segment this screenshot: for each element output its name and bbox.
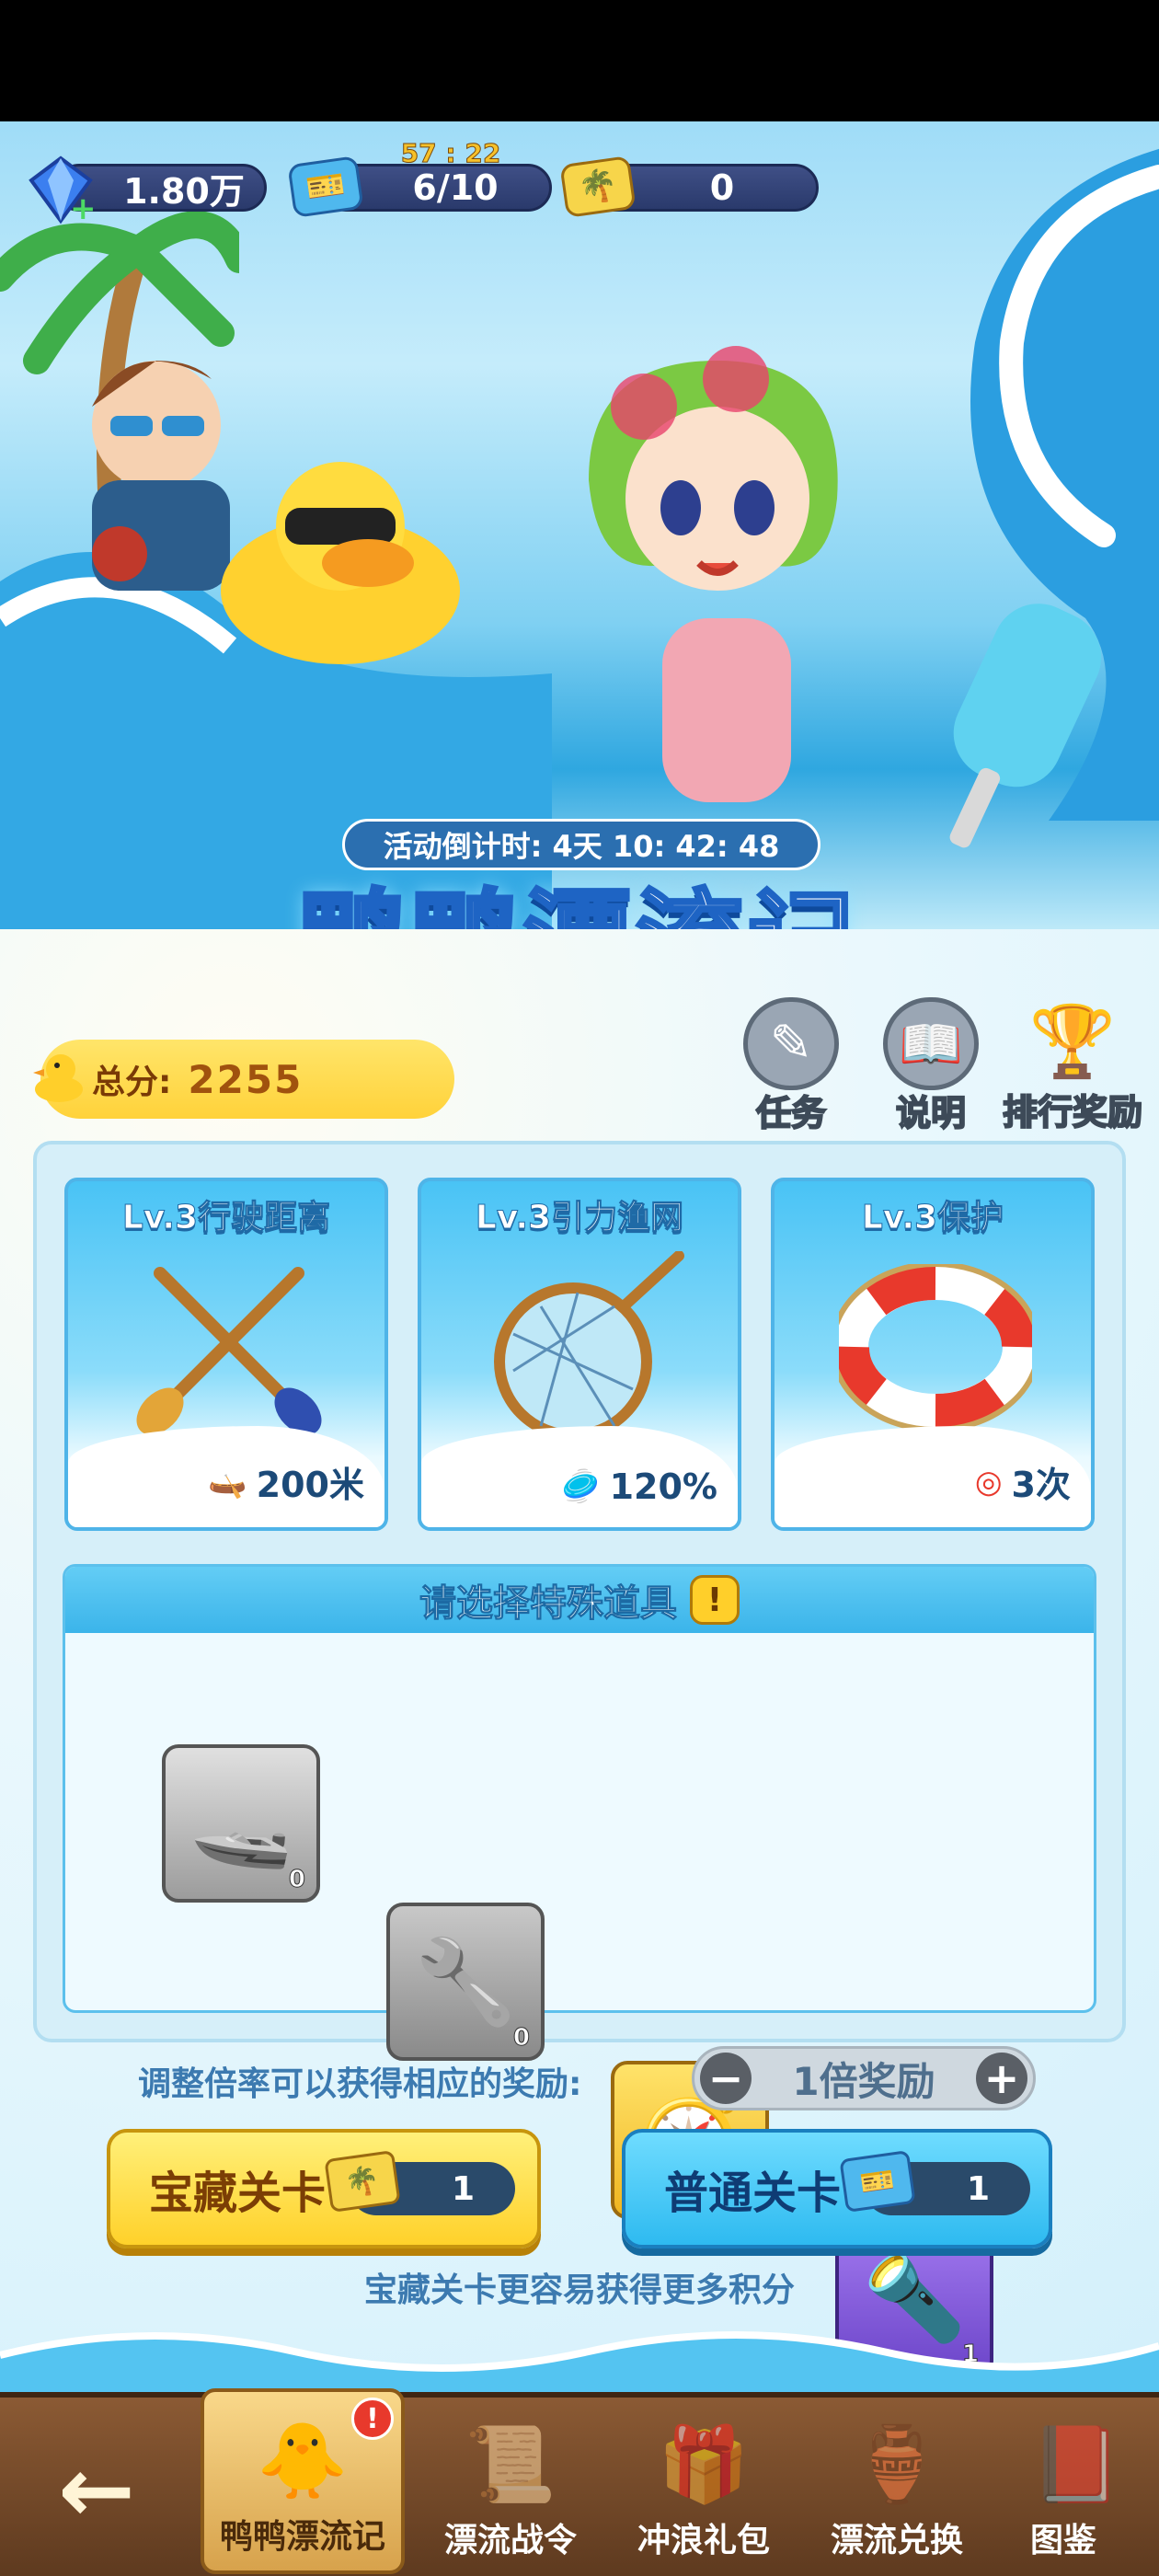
level-hint: 宝藏关卡更容易获得更多积分 — [363, 2271, 795, 2309]
multiplier-label: 调整倍率可以获得相应的奖励: — [138, 2065, 582, 2103]
book-icon: 📕 — [1030, 2421, 1122, 2507]
multiplier-value: 1倍奖励 — [792, 2058, 935, 2104]
fishing-net-icon — [486, 1250, 688, 1444]
warning-icon[interactable]: ! — [690, 1575, 740, 1625]
bottom-wave — [0, 2318, 1159, 2396]
gift-icon: 🎁 — [658, 2421, 750, 2507]
bottom-nav: ← 🐥 鸭鸭漂流记 ! 📜 漂流战令 🎁 冲浪礼包 🏺 漂流兑换 📕 图鉴 — [0, 2388, 1159, 2576]
item-count: 0 — [288, 1866, 305, 1894]
upgrade-value-row: 🥏 120% — [561, 1466, 717, 1507]
upgrade-value: 3次 — [1011, 1465, 1071, 1505]
multiplier-minus-button[interactable]: − — [700, 2053, 752, 2104]
diamond-icon[interactable]: + — [26, 155, 96, 224]
item-count: 0 — [512, 2024, 530, 2053]
treasure-level-label: 宝藏关卡 — [149, 2168, 327, 2219]
special-items-title: 请选择特殊道具 — [419, 1582, 678, 1626]
girl-character — [534, 342, 901, 857]
resource-bar: 1.80万 + 57 : 22 6/10 🎫 0 🌴 — [0, 138, 1159, 230]
upgrade-value-row: 🛶 200米 — [208, 1456, 364, 1507]
upgrade-card-net[interactable]: Lv.3引力渔网 🥏 120% — [418, 1178, 741, 1531]
duck-float — [212, 453, 469, 673]
back-button[interactable]: ← — [28, 2434, 166, 2545]
scroll-icon: 📜 — [465, 2421, 557, 2507]
guide-button[interactable]: 📖 说明 — [876, 997, 986, 1135]
treasure-ticket-count: 1 — [451, 2169, 476, 2208]
normal-level-button[interactable]: 普通关卡 🎫 1 — [622, 2129, 1052, 2248]
treasure-ticket-pill: 🌴 1 — [324, 2149, 516, 2215]
event-title: 鸭鸭漂流记 — [239, 867, 920, 932]
upgrade-value: 120% — [609, 1466, 717, 1507]
treasure-ticket-icon: 🌴 — [324, 2149, 401, 2214]
duck-icon: 🐥 — [257, 2418, 349, 2503]
special-items-header: 请选择特殊道具 ! — [65, 1567, 1094, 1633]
hero-banner: 活动倒计时: 4天 10: 42: 48 鸭鸭漂流记 — [0, 121, 1159, 931]
tab-duck-drift[interactable]: 🐥 鸭鸭漂流记 ! — [201, 2388, 405, 2574]
score-label: 总分: — [92, 1064, 172, 1101]
task-label: 任务 — [755, 1092, 827, 1134]
multiplier-plus-button[interactable]: + — [975, 2053, 1027, 2104]
upgrade-title: Lv.3保护 — [861, 1199, 1004, 1237]
ring-small-icon: ◎ — [974, 1463, 1003, 1501]
exchange-icon: 🏺 — [851, 2421, 943, 2507]
book-icon: 📖 — [883, 997, 979, 1090]
upgrade-card-protection[interactable]: Lv.3保护 ◎ 3次 — [771, 1178, 1095, 1531]
svg-text:+: + — [70, 190, 96, 224]
diamond-amount: 1.80万 — [123, 170, 245, 212]
upgrade-card-distance[interactable]: Lv.3行驶距离 🛶 200米 — [64, 1178, 388, 1531]
upgrade-value: 200米 — [256, 1465, 364, 1505]
tab-label: 图鉴 — [1030, 2522, 1097, 2559]
status-bar — [0, 0, 1159, 121]
normal-ticket-icon: 🎫 — [839, 2149, 916, 2214]
task-icon: ✎ — [743, 997, 839, 1090]
tab-exchange[interactable]: 🏺 漂流兑换 — [800, 2409, 993, 2574]
duck-icon — [31, 1049, 86, 1104]
item-slot-wrench[interactable]: 🔧 0 — [386, 1903, 545, 2061]
upgrade-value-row: ◎ 3次 — [975, 1456, 1071, 1507]
ranking-reward-label: 排行奖励 — [1002, 1091, 1143, 1133]
score-value: 2255 — [188, 1056, 304, 1102]
treasure-level-button[interactable]: 宝藏关卡 🌴 1 — [107, 2129, 541, 2248]
treasure-ticket-icon: 🌴 — [559, 155, 637, 219]
tab-label: 漂流战令 — [443, 2522, 577, 2559]
item-slot-jetski[interactable]: 🚤 0 — [162, 1744, 320, 1903]
upgrade-title: Lv.3行驶距离 — [121, 1199, 331, 1237]
jetski-icon: 🚤 — [189, 1775, 293, 1872]
tab-label: 冲浪礼包 — [637, 2522, 770, 2559]
normal-ticket-count: 1 — [966, 2169, 991, 2208]
paddles-icon — [123, 1255, 335, 1439]
trophy-icon: 🏆 — [1028, 1000, 1117, 1082]
wrench-icon: 🔧 — [413, 1933, 518, 2030]
score-pill: 总分: 2255 — [40, 1040, 454, 1119]
life-ring-icon — [830, 1261, 1041, 1432]
ranking-reward-button[interactable]: 🏆 排行奖励 — [999, 990, 1146, 1135]
tab-label: 漂流兑换 — [830, 2522, 963, 2559]
tab-battle-pass[interactable]: 📜 漂流战令 — [414, 2409, 607, 2574]
task-button[interactable]: ✎ 任务 — [736, 997, 846, 1135]
tab-collection[interactable]: 📕 图鉴 — [993, 2409, 1159, 2574]
paddle-small-icon: 🛶 — [208, 1463, 247, 1501]
tab-surf-pack[interactable]: 🎁 冲浪礼包 — [607, 2409, 800, 2574]
ticket-amount: 6/10 — [412, 167, 499, 208]
normal-level-label: 普通关卡 — [664, 2168, 842, 2219]
notification-badge: ! — [351, 2398, 394, 2440]
net-small-icon: 🥏 — [561, 1468, 601, 1505]
treasure-ticket-amount: 0 — [709, 167, 735, 208]
upgrade-title: Lv.3引力渔网 — [475, 1199, 684, 1237]
ticket-icon: 🎫 — [287, 155, 364, 219]
multiplier-control: − 1倍奖励 + — [692, 2046, 1036, 2110]
tab-label: 鸭鸭漂流记 — [219, 2518, 385, 2556]
normal-ticket-pill: 🎫 1 — [839, 2149, 1031, 2215]
guide-label: 说明 — [895, 1092, 967, 1134]
